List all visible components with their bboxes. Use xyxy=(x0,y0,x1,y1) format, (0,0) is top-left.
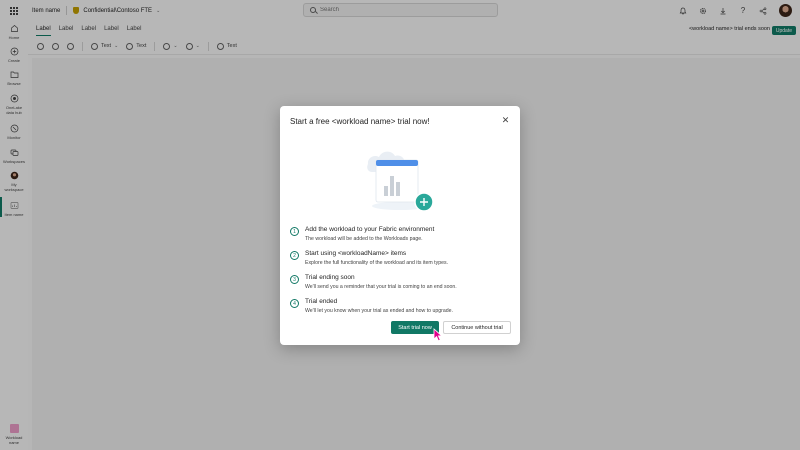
step-number: 3 xyxy=(290,275,299,284)
step-number: 1 xyxy=(290,227,299,236)
trial-illustration xyxy=(367,151,434,212)
step-title: Trial ended xyxy=(305,298,338,305)
step-number: 4 xyxy=(290,299,299,308)
step-description: The workload will be added to the Worklo… xyxy=(305,236,423,242)
close-icon[interactable]: ✕ xyxy=(501,116,510,125)
dialog-title: Start a free <workload name> trial now! xyxy=(290,117,430,126)
trial-dialog: Start a free <workload name> trial now! … xyxy=(280,106,520,345)
step-description: We'll let you know when your trial as en… xyxy=(305,308,453,314)
step-number: 2 xyxy=(290,251,299,260)
pointer-cursor-icon xyxy=(433,328,443,342)
continue-without-trial-button[interactable]: Continue without trial xyxy=(443,321,511,334)
step-description: We'll send you a reminder that your tria… xyxy=(305,284,457,290)
step-title: Trial ending soon xyxy=(305,274,355,281)
step-description: Explore the full functionality of the wo… xyxy=(305,260,449,266)
step-title: Start using <workloadName> items xyxy=(305,250,407,257)
start-trial-button[interactable]: Start trial now xyxy=(391,321,439,334)
step-title: Add the workload to your Fabric environm… xyxy=(305,226,435,233)
